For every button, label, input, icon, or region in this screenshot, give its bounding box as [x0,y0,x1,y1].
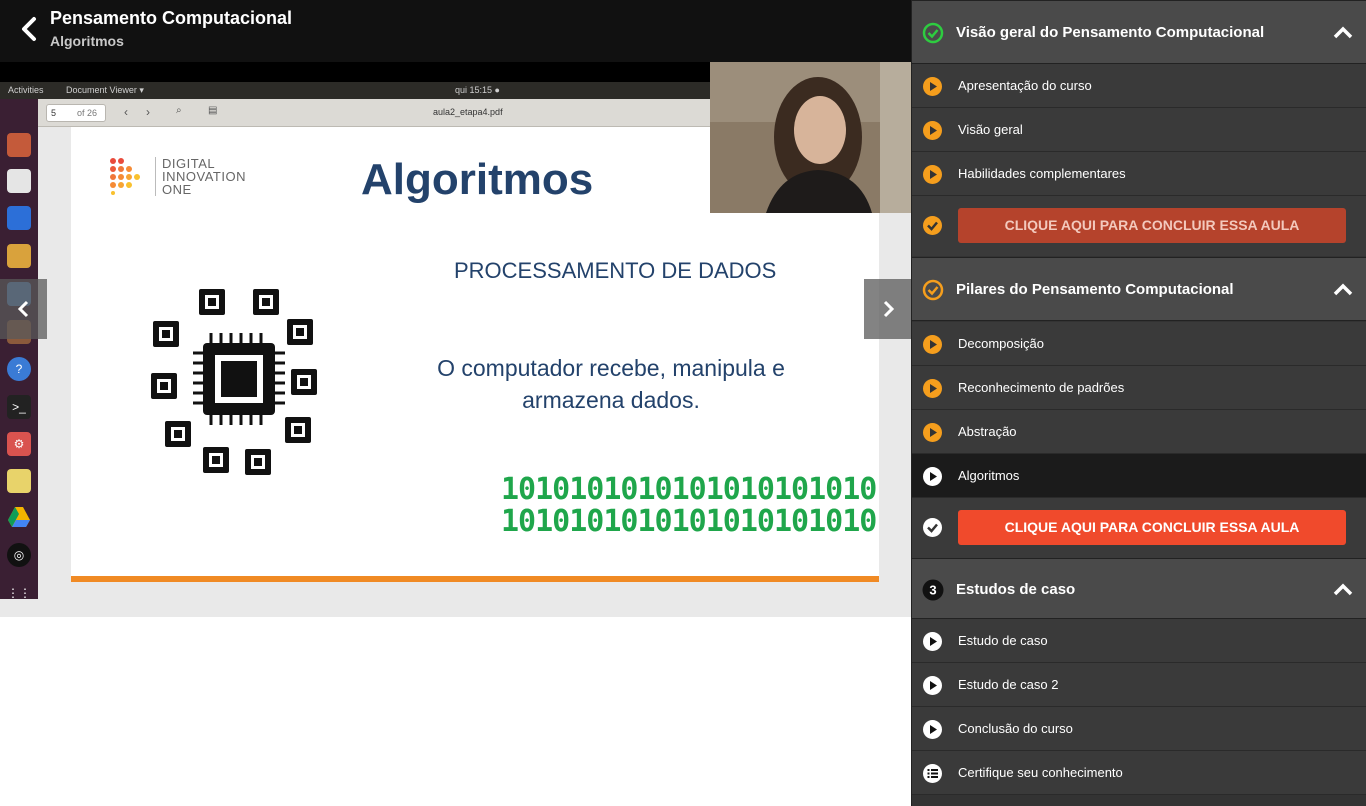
play-circle-icon [923,423,942,442]
files-icon [7,133,31,157]
clipboard-icon: ▤ [208,105,218,116]
check-circle-icon [923,518,942,537]
lesson-item[interactable]: Decomposição [912,322,1366,366]
section-title: Visão geral do Pensamento Computacional [956,24,1265,41]
play-circle-icon [923,77,942,96]
lesson-item[interactable]: Estudo de caso 2 [912,663,1366,707]
lesson-item[interactable]: Apresentação do curso [912,64,1366,108]
quiz-list-icon [923,764,942,783]
pdf-viewer-icon [7,169,31,193]
play-circle-icon [923,720,942,739]
search-icon: ⌕ [176,105,182,116]
chevron-up-icon [1333,26,1353,39]
chevron-right-icon [883,300,894,318]
lesson-item[interactable]: Abstração [912,410,1366,454]
os-clock: qui 15:15 ● [455,85,500,95]
chevron-up-icon [1333,583,1353,596]
os-activities: Activities [8,85,44,95]
prev-page-icon: ‹ [124,105,128,119]
presenter-webcam [710,62,911,213]
text-editor-icon [7,469,31,493]
lesson-item[interactable]: Conclusão do curso [912,707,1366,751]
slide-accent-bar [71,576,879,582]
slide-body-text: O computador recebe, manipula e armazena… [437,355,785,413]
check-circle-icon [923,216,942,235]
check-circle-icon [922,279,944,301]
chevron-up-icon [1333,283,1353,296]
complete-row: CLIQUE AQUI PARA CONCLUIR ESSA AULA [912,498,1366,558]
app: Pensamento Computacional Algoritmos Acti… [0,0,1366,806]
lesson-item[interactable]: Estudo de caso [912,619,1366,663]
course-sidebar: Visão geral do Pensamento Computacional … [911,0,1366,806]
previous-lesson-button[interactable] [0,279,47,339]
play-circle-icon [923,335,942,354]
presenter-image [710,62,911,213]
slide-title: Algoritmos [361,155,594,204]
top-header: Pensamento Computacional Algoritmos [0,0,911,62]
section-header-visao-geral[interactable]: Visão geral do Pensamento Computacional [912,0,1366,64]
obs-icon: ◎ [7,543,31,567]
svg-text:3: 3 [929,583,936,598]
app-grid-icon: ⋮⋮ [7,586,31,600]
chevron-left-icon [22,17,36,41]
page-number-field: 5 of 26 [46,104,106,122]
thunderbird-icon [7,206,31,230]
video-player[interactable]: Activities Document Viewer ▾ qui 15:15 ●… [0,62,911,617]
number-badge-icon: 3 [922,579,944,601]
lesson-item[interactable]: Reconhecimento de padrões [912,366,1366,410]
drive-icon [7,505,31,529]
processor-chips-icon [151,289,317,475]
document-filename: aula2_etapa4.pdf [433,107,503,117]
back-button[interactable] [14,14,44,44]
next-lesson-button[interactable] [864,279,911,339]
os-dock: ? >_ ⚙ ◎ ⋮⋮ [0,99,38,600]
slide-subtitle: PROCESSAMENTO DE DADOS [454,258,777,283]
play-circle-icon [923,676,942,695]
dio-logo-icon [110,158,140,195]
section-title: Pilares do Pensamento Computacional [956,281,1234,298]
play-circle-icon [923,379,942,398]
os-app-menu: Document Viewer ▾ [66,85,144,95]
complete-lesson-button[interactable]: CLIQUE AQUI PARA CONCLUIR ESSA AULA [958,208,1346,243]
play-circle-icon [923,165,942,184]
check-circle-icon [922,22,944,44]
dio-logo-text: DIGITAL INNOVATION ONE [155,157,246,196]
lesson-item-current[interactable]: Algoritmos [912,454,1366,498]
section-header-pilares[interactable]: Pilares do Pensamento Computacional [912,257,1366,321]
settings-icon: ⚙ [7,432,31,456]
play-circle-icon [923,121,942,140]
lesson-item[interactable]: Visão geral [912,108,1366,152]
complete-lesson-button[interactable]: CLIQUE AQUI PARA CONCLUIR ESSA AULA [958,510,1346,545]
chevron-left-icon [17,300,28,318]
play-circle-icon [923,632,942,651]
terminal-icon: >_ [7,395,31,419]
play-circle-icon [923,467,942,486]
course-title: Pensamento Computacional [50,8,293,28]
binary-graphic: 1010101010101010101010 10101010101010101… [501,472,877,539]
lesson-item[interactable]: Habilidades complementares [912,152,1366,196]
lesson-title: Algoritmos [50,33,124,49]
complete-row: CLIQUE AQUI PARA CONCLUIR ESSA AULA [912,196,1366,256]
section-title: Estudos de caso [956,581,1076,598]
lesson-item[interactable]: Certifique seu conhecimento [912,751,1366,795]
help-icon: ? [7,357,31,381]
section-header-estudos-de-caso[interactable]: 3 Estudos de caso [912,558,1366,619]
music-icon [7,244,31,268]
next-page-icon: › [146,105,150,119]
